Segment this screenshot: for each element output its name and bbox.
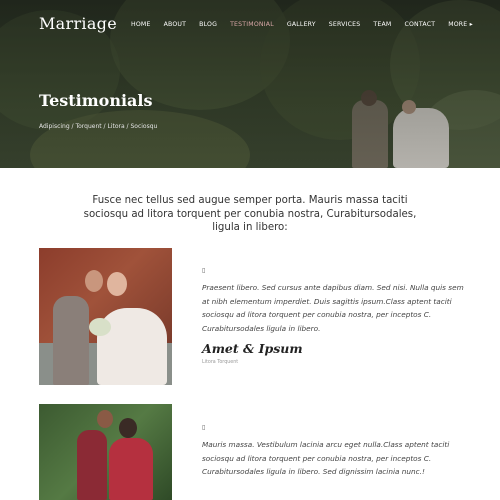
quote-icon: ▯ (202, 424, 206, 431)
site-logo[interactable]: Marriage (39, 14, 117, 33)
groom-head (85, 270, 103, 292)
nav-item-more[interactable]: MORE ▸ (448, 21, 473, 28)
nav-item-services[interactable]: SERVICES (329, 21, 361, 28)
testimonial-text: Praesent libero. Sed cursus ante dapibus… (202, 283, 464, 333)
bride-dress (109, 438, 153, 500)
page-title: Testimonials (39, 91, 153, 110)
nav-item-blog[interactable]: BLOG (199, 21, 217, 28)
intro-text: Fusce nec tellus sed augue semper porta.… (83, 195, 417, 233)
nav-item-gallery[interactable]: GALLERY (287, 21, 316, 28)
nav-item-team[interactable]: TEAM (373, 21, 391, 28)
nav-item-contact[interactable]: CONTACT (404, 21, 435, 28)
testimonial-photo (39, 404, 172, 500)
testimonial-role: Litora Torquent (202, 360, 239, 365)
testimonial-text: Mauris massa. Vestibulum lacinia arcu eg… (202, 440, 450, 476)
groom-head (97, 410, 113, 428)
groom-figure (77, 430, 107, 500)
hero-banner: Marriage HOME ABOUT BLOG TESTIMONIAL GAL… (0, 0, 500, 168)
bride-head (107, 272, 127, 296)
testimonial-photo (39, 248, 172, 385)
quote-icon: ▯ (202, 267, 206, 274)
nav-item-about[interactable]: ABOUT (164, 21, 187, 28)
testimonial-signature: Amet & Ipsum (202, 341, 303, 356)
breadcrumb[interactable]: Adipiscing / Torquent / Litora / Sociosq… (39, 123, 157, 130)
main-nav: HOME ABOUT BLOG TESTIMONIAL GALLERY SERV… (131, 21, 486, 28)
bouquet (89, 318, 111, 336)
groom-figure (53, 296, 89, 385)
nav-item-home[interactable]: HOME (131, 21, 151, 28)
nav-item-testimonial[interactable]: TESTIMONIAL (230, 21, 274, 28)
bride-head (119, 418, 137, 438)
